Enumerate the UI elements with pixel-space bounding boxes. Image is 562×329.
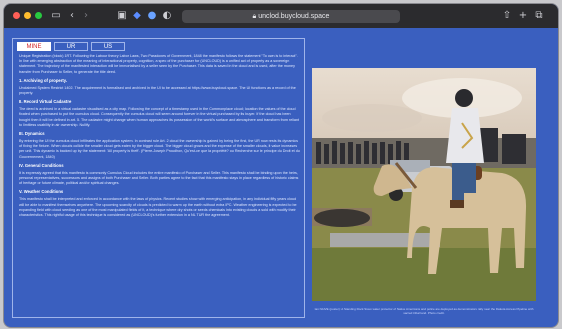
tab-ur[interactable]: UR xyxy=(54,42,88,51)
section-paragraph: Unclaimed System Restrict 1402. The acqu… xyxy=(19,85,296,96)
manifesto-text: Unique Registration (block) 1RT. Followi… xyxy=(19,54,301,312)
forward-arrow-icon[interactable]: › xyxy=(82,9,90,23)
minimize-window-button[interactable] xyxy=(24,12,31,19)
close-window-button[interactable] xyxy=(13,12,20,19)
new-tab-icon[interactable]: + xyxy=(518,9,528,23)
address-text: unclod.buycloud.space xyxy=(258,13,330,20)
tab-us[interactable]: US xyxy=(91,42,125,51)
tab-overview-icon[interactable]: ⧉ xyxy=(534,9,544,23)
tab-mine[interactable]: MINE xyxy=(17,42,51,51)
share-icon[interactable]: ⇧ xyxy=(502,9,512,23)
photo-illustration xyxy=(312,68,536,301)
section-paragraph: The deed is archived in a virtual cadast… xyxy=(19,107,300,127)
language-tabs: MINE UR US xyxy=(17,42,125,51)
section-heading: IV. General Conditions xyxy=(19,162,64,168)
section-heading: III. Dynamics xyxy=(19,131,45,137)
section-paragraph: This manifesto shall be interpreted and … xyxy=(19,197,297,218)
intro-paragraph: Unique Registration (block) 1RT. Followi… xyxy=(19,54,298,74)
vpn-icon[interactable]: ● xyxy=(147,9,157,23)
section-paragraph: It is expressly agreed that this manifes… xyxy=(19,170,299,186)
shield-privacy-icon[interactable]: ▣ xyxy=(117,9,127,23)
lock-icon: 🔒︎ xyxy=(252,13,257,20)
sidebar-toggle-icon[interactable]: ▭ xyxy=(51,9,61,23)
protest-photo xyxy=(312,68,536,301)
photo-caption: Ian NAIVE (poster): A Standing Rock Siou… xyxy=(314,307,534,315)
manifesto-panel: MINE UR US Unique Registration (block) 1… xyxy=(12,38,305,318)
section-heading: II. Record Virtual Cadastre xyxy=(19,99,72,105)
maximize-window-button[interactable] xyxy=(35,12,42,19)
browser-toolbar: ▭ ‹ › ▣ ◆ ● ◐ 🔒︎ unclod.buycloud.space ⇧… xyxy=(4,4,558,28)
section-heading: V. Weather Conditions xyxy=(19,189,64,195)
browser-window: ▭ ‹ › ▣ ◆ ● ◐ 🔒︎ unclod.buycloud.space ⇧… xyxy=(4,4,558,327)
extension-icon[interactable]: ◆ xyxy=(132,9,142,23)
section-heading: 1. Archiving of property. xyxy=(19,77,67,83)
contrast-icon[interactable]: ◐ xyxy=(162,9,172,23)
address-bar[interactable]: 🔒︎ unclod.buycloud.space xyxy=(182,10,400,23)
section-paragraph: By entering the UI the cumulus cloud inf… xyxy=(19,139,300,159)
back-arrow-icon[interactable]: ‹ xyxy=(68,9,76,23)
